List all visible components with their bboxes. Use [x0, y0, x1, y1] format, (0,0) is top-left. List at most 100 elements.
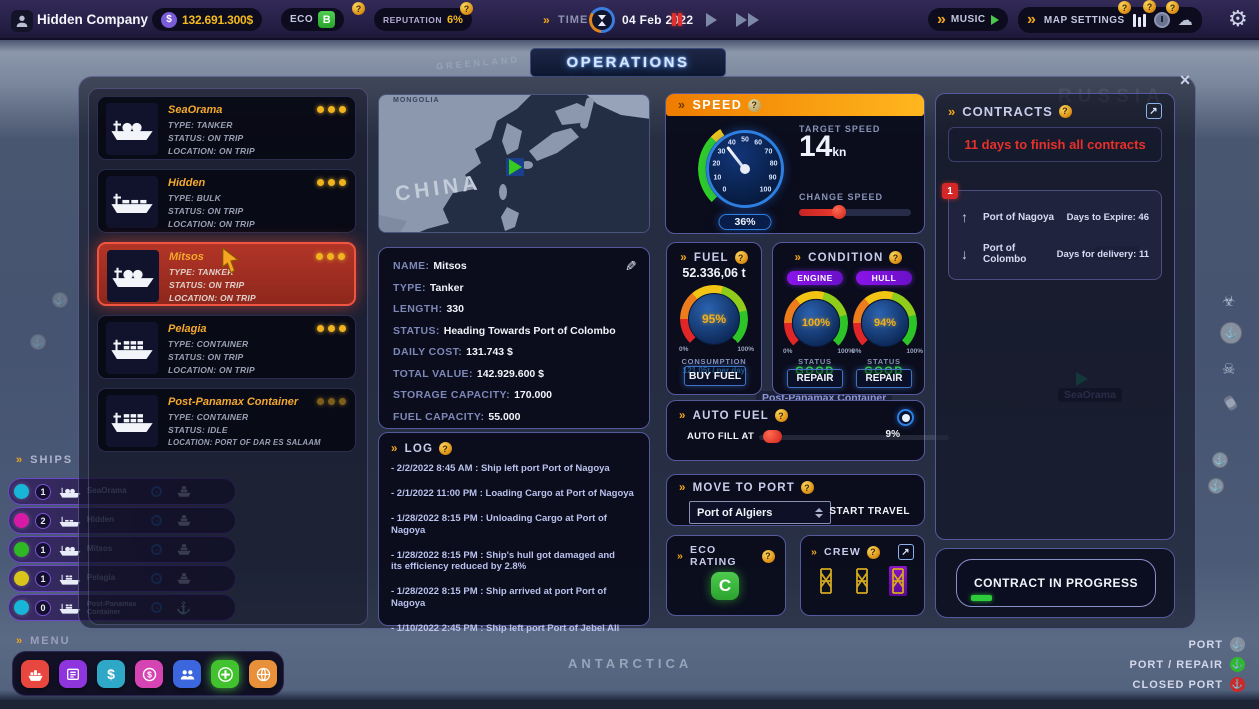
open-crew-icon[interactable]: ↗	[898, 544, 914, 560]
change-speed-knob[interactable]	[832, 205, 846, 219]
fleet-card-pelagia[interactable]: Pelagia TYPE: CONTAINER STATUS: ON TRIP …	[97, 315, 356, 379]
globe-dollar-icon: $	[141, 666, 158, 683]
delivery-port: Port of Colombo	[983, 243, 1057, 265]
ship-location: LOCATION: ON TRIP	[168, 365, 255, 375]
ship-minimap[interactable]: MONGOLIA CHINA	[378, 94, 650, 233]
contract-in-progress-button[interactable]: CONTRACT IN PROGRESS	[956, 559, 1156, 607]
barrel-icon	[1223, 395, 1238, 412]
help-coin-icon[interactable]: ?	[735, 251, 748, 264]
ship-options-dots[interactable]	[317, 325, 346, 332]
contracts-panel: » CONTRACTS ? ↗ 11 days to finish all co…	[935, 93, 1175, 540]
auto-fill-knob[interactable]	[763, 430, 782, 443]
edit-name-icon[interactable]: ✎	[625, 258, 637, 275]
open-contracts-icon[interactable]: ↗	[1146, 103, 1162, 119]
ship-name: Hidden	[168, 177, 205, 189]
crew-member-icon[interactable]	[853, 566, 871, 596]
reputation-display[interactable]: REPUTATION 6%	[374, 8, 472, 31]
change-speed-slider[interactable]	[799, 209, 911, 216]
start-travel-button[interactable]: START TRAVEL	[829, 506, 910, 517]
close-icon[interactable]: ×	[1174, 69, 1196, 91]
help-coin-icon[interactable]: ?	[439, 442, 452, 455]
ship-options-dots[interactable]	[316, 253, 345, 260]
menu-item-fleet[interactable]	[21, 660, 49, 688]
money-display[interactable]: $ 132.691.300$	[152, 8, 262, 31]
selected-port: Port of Algiers	[697, 507, 772, 519]
layers-bars-icon[interactable]	[1133, 14, 1146, 27]
auto-fill-slider[interactable]	[759, 435, 949, 440]
repair-engine-button[interactable]: REPAIR	[787, 369, 843, 388]
fleet-card-hidden[interactable]: Hidden TYPE: BULK STATUS: ON TRIP LOCATI…	[97, 169, 356, 233]
port-select[interactable]: Port of Algiers	[689, 501, 831, 524]
music-play-icon[interactable]	[991, 15, 999, 25]
menu-item-world[interactable]	[249, 660, 277, 688]
contract-item[interactable]: 1 ↑ Port of Nagoya Days to Expire: 46 ↓ …	[948, 190, 1162, 280]
menu-item-crew[interactable]	[173, 660, 201, 688]
menu-item-finance[interactable]: $	[97, 660, 125, 688]
help-coin-icon[interactable]: ?	[1059, 105, 1072, 118]
globe-icon	[255, 666, 272, 683]
ship-color-dot	[14, 513, 29, 528]
ship-options-dots[interactable]	[317, 106, 346, 113]
settings-gear-icon[interactable]: ⚙	[1228, 8, 1248, 30]
chevron-icon: »	[795, 252, 803, 264]
crew-member-icon[interactable]	[889, 566, 907, 596]
ship-status: STATUS: ON TRIP	[169, 280, 244, 290]
help-coin-icon[interactable]: ?	[867, 546, 880, 559]
log-entries[interactable]: - 2/2/2022 8:45 AM : Ship left port Port…	[379, 459, 649, 639]
help-coin-icon[interactable]: ?	[801, 481, 814, 494]
ship-icon	[27, 666, 44, 683]
clock-toggle-icon[interactable]	[1154, 12, 1170, 28]
help-coin-icon[interactable]: ?	[460, 2, 473, 15]
map-settings-label: MAP SETTINGS	[1044, 15, 1125, 26]
help-coin-icon[interactable]: ?	[762, 550, 775, 563]
menu-item-news[interactable]	[59, 660, 87, 688]
port-anchor-icon: ⚓	[1212, 452, 1228, 468]
company-avatar[interactable]	[11, 10, 33, 32]
contract-delivery-row: ↓ Port of Colombo Days for delivery: 11	[961, 243, 1149, 265]
eco-rating-panel: » ECO RATING ? C	[666, 535, 786, 616]
help-coin-icon[interactable]: ?	[1118, 1, 1131, 14]
fleet-card-post-panamax[interactable]: Post-Panamax Container TYPE: CONTAINER S…	[97, 388, 356, 452]
menu-item-market[interactable]: $	[135, 660, 163, 688]
log-entry: - 1/28/2022 8:15 PM : Ship's hull got da…	[391, 550, 621, 574]
crew-member-icon[interactable]	[817, 566, 835, 596]
ship-count-badge: 2	[35, 513, 51, 529]
help-coin-icon[interactable]: ?	[1166, 1, 1179, 14]
weather-cloud-icon[interactable]: ☁	[1178, 13, 1193, 28]
speed-tick: 100	[760, 186, 772, 193]
dollar-icon: $	[107, 666, 115, 682]
help-coin-icon[interactable]: ?	[748, 99, 761, 112]
repair-hull-button[interactable]: REPAIR	[856, 369, 912, 388]
fleet-card-seaorama[interactable]: SeaOrama TYPE: TANKER STATUS: ON TRIP LO…	[97, 96, 356, 160]
plus-icon	[217, 666, 234, 683]
help-coin-icon[interactable]: ?	[352, 2, 365, 15]
play-button[interactable]	[706, 13, 717, 27]
expire-info: Days to Expire: 46	[1067, 212, 1149, 223]
help-coin-icon[interactable]: ?	[1143, 0, 1156, 13]
menu-item-hire[interactable]	[211, 660, 239, 688]
eco-display[interactable]: ECO B	[281, 8, 344, 31]
ship-color-dot	[14, 542, 29, 557]
ships-tray-header: » SHIPS	[16, 454, 73, 466]
ship-status: STATUS: ON TRIP	[168, 206, 243, 216]
fast-forward-button[interactable]	[736, 13, 759, 27]
crew-members[interactable]	[817, 566, 907, 596]
chevron-icon: »	[1027, 11, 1036, 29]
tanker-ship-icon	[111, 262, 155, 290]
auto-fuel-title: AUTO FUEL	[693, 410, 769, 422]
ship-name: Pelagia	[168, 323, 207, 335]
operations-tab[interactable]: OPERATIONS	[530, 48, 726, 77]
auto-fuel-toggle[interactable]	[897, 409, 914, 426]
ship-options-dots[interactable]	[317, 179, 346, 186]
fuel-amount: 52.336,06 t	[667, 266, 761, 280]
music-control[interactable]: » MUSIC	[928, 8, 1008, 31]
speed-tick: 60	[754, 140, 762, 147]
ship-color-dot	[14, 571, 29, 586]
ship-options-dots[interactable]	[317, 398, 346, 405]
target-speed-value: 14kn	[799, 130, 846, 164]
help-coin-icon[interactable]: ?	[775, 409, 788, 422]
detail-row: NAME:Mitsos	[379, 260, 649, 272]
help-coin-icon[interactable]: ?	[889, 251, 902, 264]
buy-fuel-button[interactable]: BUY FUEL	[684, 366, 746, 386]
pause-button[interactable]	[672, 13, 684, 31]
